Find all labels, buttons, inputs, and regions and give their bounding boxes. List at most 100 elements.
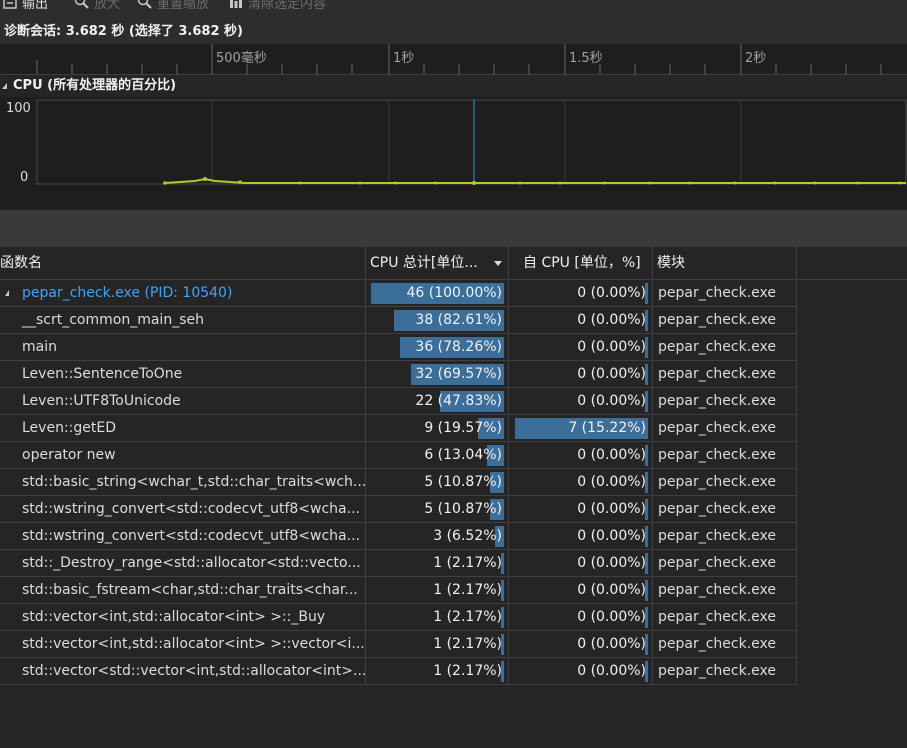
module-cell: pepar_check.exe [653, 415, 797, 441]
function-name: std::basic_string<wchar_t,std::char_trai… [22, 474, 366, 490]
self-cpu-value: 0 (0.00%) [577, 501, 646, 517]
function-name-cell: std::wstring_convert<std::codecvt_utf8<w… [0, 523, 366, 549]
cpu-total-value: 1 (2.17%) [433, 582, 502, 598]
self-cpu-cell: 0 (0.00%) [509, 280, 653, 306]
function-name-cell: std::wstring_convert<std::codecvt_utf8<w… [0, 496, 366, 522]
function-name: Leven::SentenceToOne [22, 366, 183, 382]
cpu-total-value: 1 (2.17%) [433, 555, 502, 571]
module-cell: pepar_check.exe [653, 442, 797, 468]
table-header: 函数名 CPU 总计[单位... 自 CPU [单位，%] 模块 [0, 247, 907, 280]
self-cpu-value: 7 (15.22%) [568, 420, 646, 436]
table-row[interactable]: std::basic_fstream<char,std::char_traits… [0, 577, 797, 604]
function-name-cell: std::vector<std::vector<int,std::allocat… [0, 658, 366, 684]
column-header-self-cpu[interactable]: 自 CPU [单位，%] [509, 247, 653, 279]
cpu-total-cell: 1 (2.17%) [366, 577, 509, 603]
function-name: std::vector<std::vector<int,std::allocat… [22, 663, 366, 679]
module-cell: pepar_check.exe [653, 550, 797, 576]
function-name: std::_Destroy_range<std::allocator<std::… [22, 555, 361, 571]
table-row[interactable]: Leven::SentenceToOne 32 (69.57%) 0 (0.00%)… [0, 361, 797, 388]
module-cell: pepar_check.exe [653, 280, 797, 306]
table-row[interactable]: std::vector<int,std::allocator<int> >::v… [0, 631, 797, 658]
column-header-function-name[interactable]: 函数名 [0, 247, 366, 279]
toolbar: 输出 放大 重置缩放 清除选定内容 [0, 0, 907, 20]
module-cell: pepar_check.exe [653, 469, 797, 495]
zoom-in-button[interactable]: 放大 [74, 0, 121, 12]
clear-selection-icon [230, 0, 242, 8]
function-table: 函数名 CPU 总计[单位... 自 CPU [单位，%] 模块 pepar_c… [0, 247, 907, 748]
table-row[interactable]: Leven::getED 9 (19.57%) 7 (15.22%) pepar_ch… [0, 415, 797, 442]
module-cell: pepar_check.exe [653, 388, 797, 414]
timeline-ruler[interactable]: 500毫秒 1秒 1.5秒 2秒 [0, 44, 907, 75]
self-cpu-value: 0 (0.00%) [577, 636, 646, 652]
ruler-ticks [36, 44, 882, 74]
module-cell: pepar_check.exe [653, 658, 797, 684]
table-row[interactable]: Leven::UTF8ToUnicode 22 (47.83%) 0 (0.00%)… [0, 388, 797, 415]
cpu-total-value: 22 (47.83%) [415, 393, 502, 409]
self-cpu-value: 0 (0.00%) [577, 393, 646, 409]
cpu-total-cell: 32 (69.57%) [366, 361, 509, 387]
function-name-cell: Leven::UTF8ToUnicode [0, 388, 366, 414]
zoom-in-icon [74, 0, 89, 9]
function-name-cell: std::vector<int,std::allocator<int> >::_… [0, 604, 366, 630]
function-name-cell: Leven::SentenceToOne [0, 361, 366, 387]
function-name: std::vector<int,std::allocator<int> >::v… [22, 636, 365, 652]
self-cpu-value: 0 (0.00%) [577, 609, 646, 625]
cpu-total-value: 1 (2.17%) [433, 636, 502, 652]
table-row[interactable]: pepar_check.exe (PID: 10540) 46 (100.00%)… [0, 280, 797, 307]
self-cpu-value: 0 (0.00%) [577, 285, 646, 301]
cpu-total-cell: 46 (100.00%) [366, 280, 509, 306]
ruler-label-500ms: 500毫秒 [216, 51, 267, 66]
function-name-cell: std::basic_fstream<char,std::char_traits… [0, 577, 366, 603]
splitter-bar[interactable] [0, 210, 907, 247]
cpu-total-value: 5 (10.87%) [424, 501, 502, 517]
clear-selection-button[interactable]: 清除选定内容 [228, 0, 327, 12]
self-cpu-cell: 0 (0.00%) [509, 469, 653, 495]
self-cpu-value: 0 (0.00%) [577, 339, 646, 355]
table-row[interactable]: std::vector<std::vector<int,std::allocat… [0, 658, 797, 685]
self-cpu-value: 0 (0.00%) [577, 366, 646, 382]
self-cpu-cell: 0 (0.00%) [509, 577, 653, 603]
function-name-cell: __scrt_common_main_seh [0, 307, 366, 333]
table-row[interactable]: std::wstring_convert<std::codecvt_utf8<w… [0, 496, 797, 523]
zoom-in-label: 放大 [94, 0, 121, 12]
ruler-label-1s: 1秒 [393, 51, 415, 66]
output-label: 输出 [22, 0, 49, 12]
self-cpu-value: 0 (0.00%) [577, 447, 646, 463]
cpu-total-cell: 36 (78.26%) [366, 334, 509, 360]
table-row[interactable]: operator new 6 (13.04%) 0 (0.00%) pepar_che… [0, 442, 797, 469]
zoom-reset-button[interactable]: 重置缩放 [137, 0, 209, 12]
collapse-triangle-icon[interactable] [2, 83, 7, 89]
clear-selection-label: 清除选定内容 [248, 0, 327, 12]
self-cpu-value: 0 (0.00%) [577, 663, 646, 679]
cpu-total-cell: 1 (2.17%) [366, 658, 509, 684]
cpu-usage-graph[interactable]: 100 0 [0, 97, 907, 210]
column-header-cpu-total[interactable]: CPU 总计[单位... [366, 247, 509, 279]
cpu-total-cell: 3 (6.52%) [366, 523, 509, 549]
zoom-reset-icon [137, 0, 152, 9]
cpu-graph-header[interactable]: CPU (所有处理器的百分比) [0, 75, 907, 97]
expand-triangle-icon[interactable] [5, 290, 9, 296]
table-row[interactable]: __scrt_common_main_seh 38 (82.61%) 0 (0.00… [0, 307, 797, 334]
column-header-module[interactable]: 模块 [653, 247, 797, 279]
cpu-total-value: 3 (6.52%) [433, 528, 502, 544]
self-cpu-cell: 0 (0.00%) [509, 631, 653, 657]
table-row[interactable]: main 36 (78.26%) 0 (0.00%) pepar_check.exe [0, 334, 797, 361]
cpu-usage-line [164, 177, 906, 184]
output-button[interactable]: 输出 [2, 0, 49, 12]
cpu-graph-title: CPU (所有处理器的百分比) [13, 78, 177, 93]
self-cpu-cell: 0 (0.00%) [509, 442, 653, 468]
cpu-total-value: 38 (82.61%) [415, 312, 502, 328]
function-name: Leven::getED [22, 420, 116, 436]
table-row[interactable]: std::wstring_convert<std::codecvt_utf8<w… [0, 523, 797, 550]
cpu-total-value: 1 (2.17%) [433, 663, 502, 679]
self-cpu-cell: 0 (0.00%) [509, 361, 653, 387]
table-row[interactable]: std::basic_string<wchar_t,std::char_trai… [0, 469, 797, 496]
table-row[interactable]: std::vector<int,std::allocator<int> >::_… [0, 604, 797, 631]
table-row[interactable]: std::_Destroy_range<std::allocator<std::… [0, 550, 797, 577]
cpu-total-cell: 38 (82.61%) [366, 307, 509, 333]
self-cpu-value: 0 (0.00%) [577, 474, 646, 490]
cpu-plot [36, 99, 907, 185]
cpu-total-cell: 22 (47.83%) [366, 388, 509, 414]
self-cpu-cell: 0 (0.00%) [509, 307, 653, 333]
function-name-cell: std::_Destroy_range<std::allocator<std::… [0, 550, 366, 576]
